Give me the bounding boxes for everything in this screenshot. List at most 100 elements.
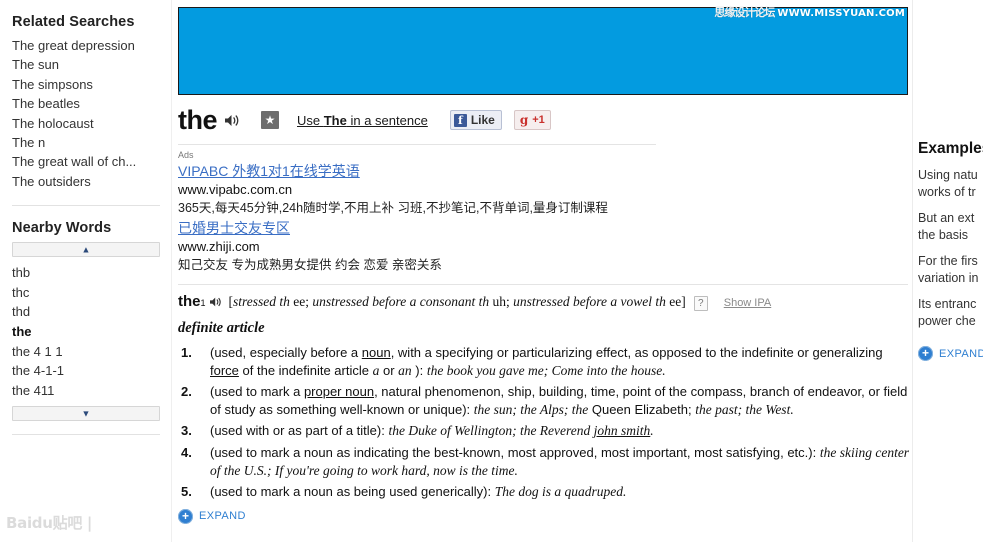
definition-link-force[interactable]: force bbox=[210, 363, 239, 378]
list-item[interactable]: thd bbox=[12, 302, 160, 322]
list-item[interactable]: The great wall of ch... bbox=[12, 152, 160, 171]
banner-ad[interactable]: 思缘设计论坛 WWW.MISSYUAN.COM bbox=[178, 4, 908, 95]
expand-label: EXPAND bbox=[939, 347, 983, 360]
facebook-like-label: Like bbox=[470, 113, 495, 127]
ad-item: VIPABC 外教1对1在线学英语 www.vipabc.com.cn 365天… bbox=[178, 162, 910, 217]
ad-item: 已婚男士交友专区 www.zhiji.com 知己交友 专为成熟男女提供 约会 … bbox=[178, 219, 910, 274]
speaker-icon[interactable] bbox=[224, 113, 241, 128]
list-item[interactable]: The sun bbox=[12, 55, 160, 74]
definition-link-noun[interactable]: noun bbox=[362, 345, 391, 360]
example-paragraph: Its entranc power che bbox=[918, 296, 983, 330]
definition-link-proper-noun[interactable]: proper noun bbox=[304, 384, 374, 399]
pron-seg-3-plain: ee] bbox=[665, 294, 686, 309]
definition-item: 1. (used, especially before a noun, with … bbox=[178, 344, 910, 379]
page-title: the bbox=[178, 104, 218, 135]
examples-panel: Examples Using natu works of tr But an e… bbox=[918, 0, 983, 542]
sidebar-divider-bottom bbox=[12, 434, 160, 436]
header-divider bbox=[178, 144, 656, 145]
pron-seg-2-italic: unstressed before a consonant th bbox=[312, 294, 490, 309]
pronunciation-row: the 1 [stressed th ee; unstressed before … bbox=[178, 293, 910, 311]
definition-number: 1. bbox=[181, 345, 192, 360]
definitions-list: 1. (used, especially before a noun, with … bbox=[178, 344, 910, 501]
definition-text-e: ): bbox=[411, 362, 427, 378]
definition-link-john-smith[interactable]: john smith bbox=[594, 423, 651, 438]
list-item[interactable]: thb bbox=[12, 263, 160, 283]
watermark-url-text: WWW.MISSYUAN.COM bbox=[777, 8, 905, 19]
related-searches-list: The great depression The sun The simpson… bbox=[12, 36, 160, 191]
nearby-words-scroll-up-button[interactable]: ▲ bbox=[12, 242, 160, 258]
list-item[interactable]: The n bbox=[12, 133, 160, 152]
definition-text-b: , with a specifying or particularizing e… bbox=[390, 345, 883, 360]
list-item[interactable]: The beatles bbox=[12, 94, 160, 113]
ads-section: Ads VIPABC 外教1对1在线学英语 www.vipabc.com.cn … bbox=[178, 150, 910, 274]
speaker-icon[interactable] bbox=[209, 296, 223, 311]
example-line: Its entranc bbox=[918, 297, 977, 311]
pron-seg-2-plain: uh; bbox=[489, 294, 514, 309]
ad-url: www.zhiji.com bbox=[178, 239, 260, 254]
definition-text-a: (used, especially before a bbox=[210, 345, 362, 360]
use-link-prefix: Use bbox=[297, 112, 324, 128]
nearby-words-section: Nearby Words ▲ thb thc thd the the 4 1 1… bbox=[12, 220, 160, 436]
list-item[interactable]: The simpsons bbox=[12, 75, 160, 94]
help-question-icon[interactable]: ? bbox=[693, 296, 708, 311]
expand-definitions-button[interactable]: + EXPAND bbox=[178, 508, 910, 524]
definition-example-1: the sun; the Alps; the bbox=[473, 401, 589, 417]
definition-text-a: (used to mark a bbox=[210, 384, 304, 400]
ad-title-link[interactable]: VIPABC 外教1对1在线学英语 bbox=[178, 162, 910, 181]
ads-divider bbox=[178, 284, 908, 285]
use-in-a-sentence-link[interactable]: Use The in a sentence bbox=[297, 113, 428, 128]
favorite-star-button[interactable]: ★ bbox=[261, 111, 279, 129]
list-item[interactable]: the 411 bbox=[12, 381, 160, 401]
ad-title-link[interactable]: 已婚男士交友专区 bbox=[178, 219, 910, 238]
star-icon: ★ bbox=[264, 113, 276, 127]
expand-label: EXPAND bbox=[199, 510, 246, 523]
list-item-current[interactable]: the bbox=[12, 322, 160, 342]
google-plus-one-button[interactable]: g +1 bbox=[513, 110, 551, 130]
list-item[interactable]: the 4 1 1 bbox=[12, 342, 160, 362]
ad-url: www.vipabc.com.cn bbox=[178, 182, 293, 197]
definition-italic-an: an bbox=[398, 362, 412, 378]
entry-headword: the bbox=[178, 293, 201, 310]
example-line: But an ext bbox=[918, 211, 975, 225]
definition-example-2: the past; the West. bbox=[695, 401, 794, 417]
examples-heading: Examples bbox=[918, 140, 983, 157]
facebook-like-button[interactable]: f Like bbox=[449, 110, 502, 130]
list-item[interactable]: thc bbox=[12, 283, 160, 303]
plus-circle-icon: + bbox=[178, 508, 193, 524]
baidu-watermark: Baidu贴吧 | bbox=[6, 514, 93, 532]
example-line: For the firs bbox=[918, 254, 978, 268]
definition-example: The dog is a quadruped. bbox=[494, 484, 627, 500]
site-watermark: 思缘设计论坛 WWW.MISSYUAN.COM bbox=[714, 4, 905, 20]
list-item[interactable]: The outsiders bbox=[12, 172, 160, 191]
use-link-word: The bbox=[323, 112, 347, 128]
ad-description: 365天,每天45分钟,24h随时学,不用上补 习班,不抄笔记,不背单词,量身订… bbox=[178, 201, 608, 215]
definition-item: 3. (used with or as part of a title): the… bbox=[178, 422, 910, 440]
nearby-words-scroll-down-button[interactable]: ▼ bbox=[12, 406, 160, 422]
definition-text-c: of the indefinite article bbox=[238, 362, 373, 378]
definition-number: 4. bbox=[181, 444, 192, 460]
list-item[interactable]: The holocaust bbox=[12, 114, 160, 133]
list-item[interactable]: The great depression bbox=[12, 36, 160, 55]
definition-item: 4. (used to mark a noun as indicating the… bbox=[178, 444, 910, 479]
expand-examples-button[interactable]: + EXPAND bbox=[918, 346, 983, 361]
nearby-words-heading: Nearby Words bbox=[12, 220, 112, 237]
example-paragraph: For the firs variation in bbox=[918, 253, 983, 287]
definition-example: the Duke of Wellington; the Reverend bbox=[388, 423, 594, 439]
pron-seg-1-italic: stressed th bbox=[233, 294, 290, 309]
use-link-suffix: in a sentence bbox=[346, 112, 428, 128]
google-plus-one-label: +1 bbox=[532, 114, 545, 126]
sidebar-divider bbox=[12, 205, 160, 207]
watermark-cn-text: 思缘设计论坛 bbox=[714, 6, 775, 19]
example-paragraph: Using natu works of tr bbox=[918, 167, 983, 201]
list-item[interactable]: the 4-1-1 bbox=[12, 361, 160, 381]
related-searches-heading: Related Searches bbox=[12, 14, 135, 30]
definition-number: 3. bbox=[181, 423, 192, 439]
pron-seg-3-italic: unstressed before a vowel th bbox=[513, 294, 666, 309]
example-line: power che bbox=[918, 314, 976, 328]
ad-description: 知己交友 专为成熟男女提供 约会 恋爱 亲密关系 bbox=[178, 258, 442, 272]
show-ipa-link[interactable]: Show IPA bbox=[724, 297, 772, 309]
ads-label: Ads bbox=[178, 150, 194, 160]
definition-text-a: (used to mark a noun as indicating the b… bbox=[210, 444, 820, 460]
sidebar-vertical-rule bbox=[171, 0, 172, 542]
chevron-up-icon: ▲ bbox=[81, 244, 91, 255]
